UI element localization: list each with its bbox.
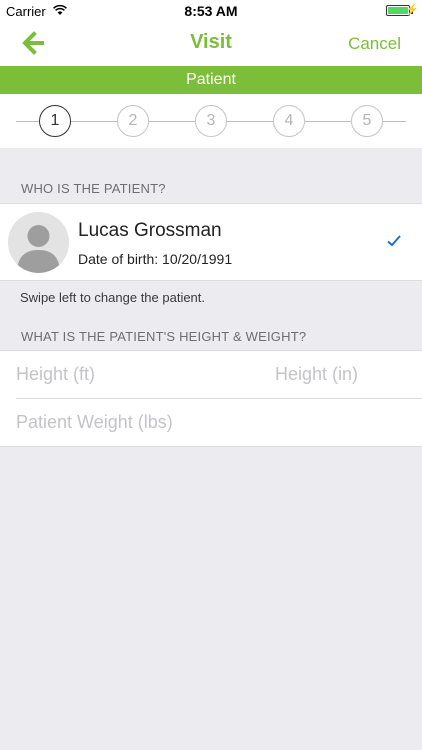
patient-name: Lucas Grossman	[78, 220, 222, 241]
height-ft-input[interactable]	[16, 364, 246, 385]
clock: 8:53 AM	[184, 3, 238, 19]
status-bar: Carrier 8:53 AM ⚡	[0, 0, 422, 22]
measurements-section-header: WHAT IS THE PATIENT'S HEIGHT & WEIGHT?	[21, 329, 307, 344]
step-2[interactable]: 2	[117, 105, 149, 137]
navigation-bar: Visit Cancel	[0, 22, 422, 66]
patient-date-of-birth: Date of birth: 10/20/1991	[78, 251, 233, 267]
charging-icon: ⚡	[405, 4, 419, 16]
patient-row[interactable]: Lucas Grossman Date of birth: 10/20/1991	[0, 203, 422, 281]
swipe-hint: Swipe left to change the patient.	[20, 290, 206, 305]
step-3[interactable]: 3	[195, 105, 227, 137]
step-indicator: 1 2 3 4 5	[0, 94, 422, 148]
patient-section-header: WHO IS THE PATIENT?	[21, 181, 166, 196]
checkmark-icon	[386, 233, 402, 249]
step-5[interactable]: 5	[351, 105, 383, 137]
weight-input[interactable]	[16, 412, 406, 433]
height-in-input[interactable]	[275, 364, 405, 385]
form-divider	[16, 398, 422, 399]
cancel-button[interactable]: Cancel	[348, 34, 401, 54]
step-4[interactable]: 4	[273, 105, 305, 137]
measurements-form	[0, 350, 422, 447]
section-banner: Patient	[0, 66, 422, 94]
avatar	[8, 212, 69, 273]
step-1[interactable]: 1	[39, 105, 71, 137]
